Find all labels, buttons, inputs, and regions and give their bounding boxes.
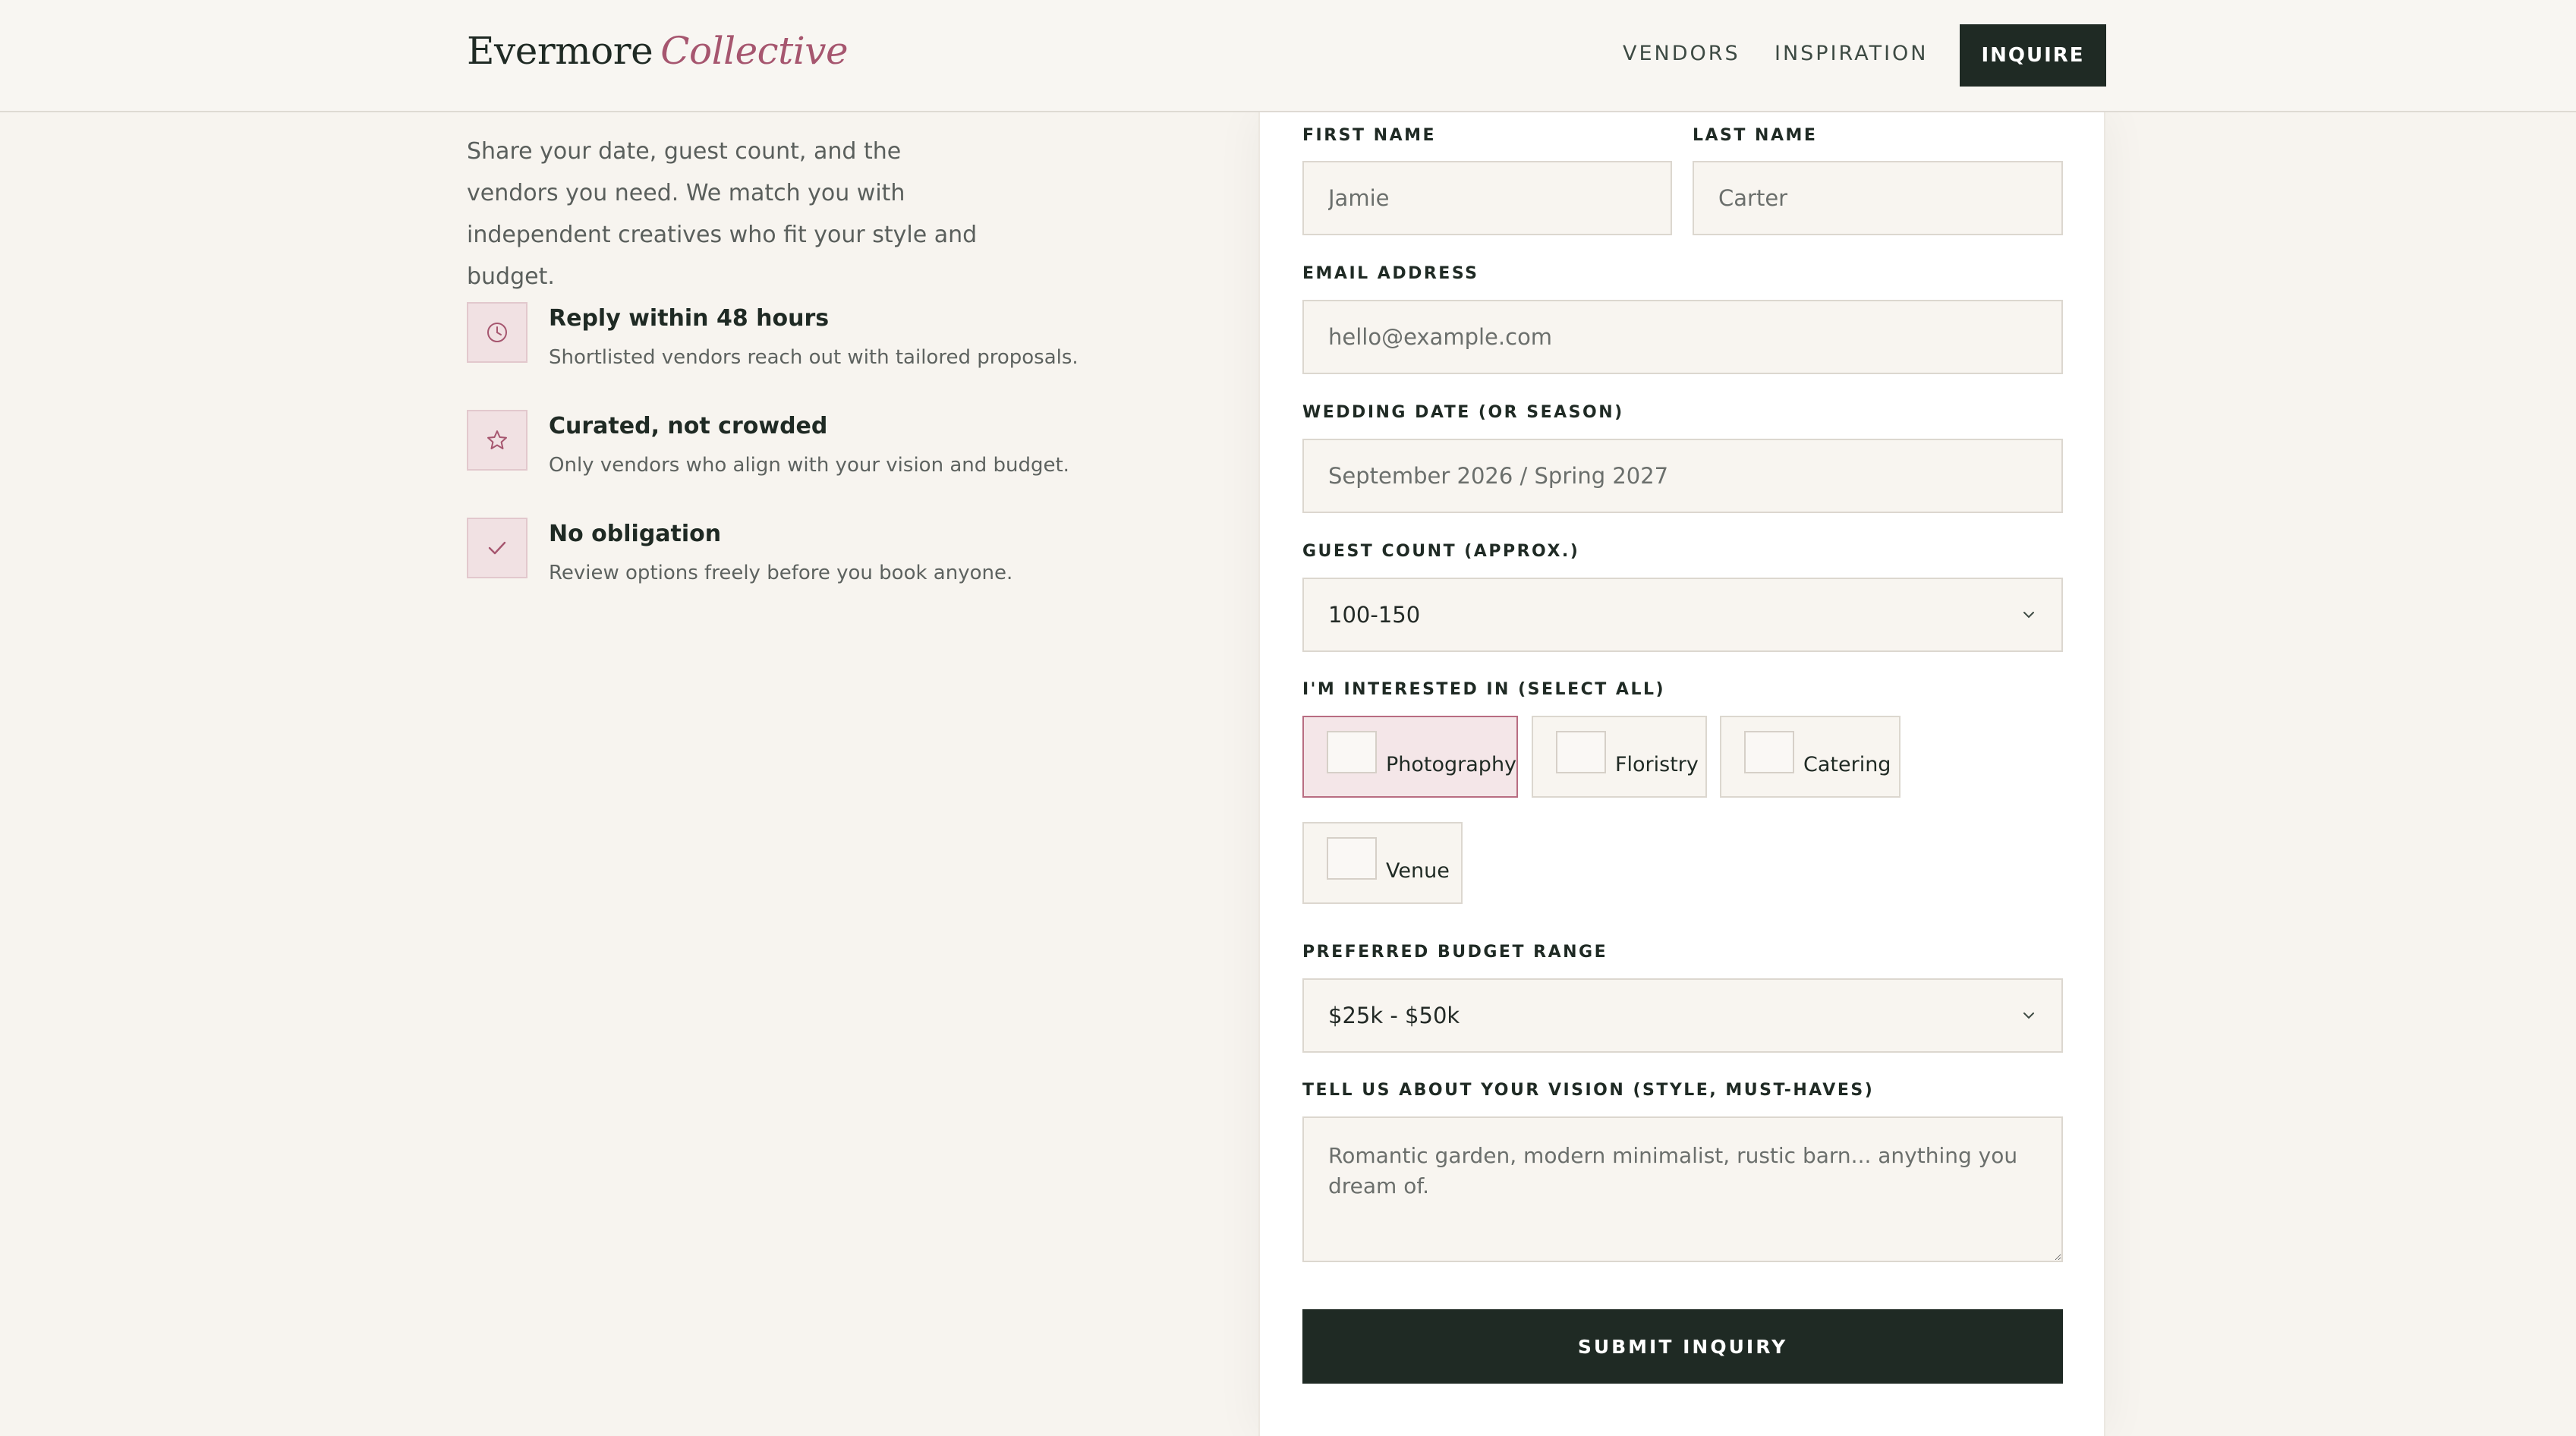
nav-inspiration-link[interactable]: INSPIRATION [1775, 42, 1929, 65]
site-header: Evermore Collective VENDORS INSPIRATION I… [0, 0, 2576, 112]
interest-option-photography[interactable]: Photography [1302, 716, 1518, 798]
feature-title: No obligation [549, 521, 722, 547]
interest-option-venue[interactable]: Venue [1302, 822, 1463, 904]
interests-label: I'M INTERESTED IN (SELECT ALL) [1302, 680, 1666, 699]
nav-vendors-link[interactable]: VENDORS [1623, 42, 1740, 65]
interest-option-floristry[interactable]: Floristry [1532, 716, 1707, 798]
interest-option-label: Photography [1386, 753, 1517, 776]
submit-inquiry-button[interactable]: SUBMIT INQUIRY [1302, 1309, 2063, 1384]
interest-option-label: Catering [1803, 753, 1891, 776]
interest-option-catering[interactable]: Catering [1720, 716, 1901, 798]
guest-count-select[interactable]: 100-150 [1302, 578, 2063, 652]
checkbox[interactable] [1744, 731, 1794, 773]
budget-select[interactable]: $25k - $50k [1302, 978, 2063, 1053]
vision-textarea[interactable] [1302, 1116, 2063, 1262]
star-icon [467, 410, 527, 471]
interest-option-label: Floristry [1615, 753, 1699, 776]
email-field[interactable] [1302, 300, 2063, 374]
feature-description: Review options freely before you book an… [549, 562, 1013, 584]
wedding-date-field[interactable] [1302, 439, 2063, 513]
guest-count-label: GUEST COUNT (APPROX.) [1302, 542, 1580, 561]
brand-logo[interactable]: Evermore Collective [467, 29, 849, 73]
vision-label: TELL US ABOUT YOUR VISION (STYLE, MUST-H… [1302, 1081, 1875, 1100]
intro-text: Share your date, guest count, and the ve… [467, 138, 978, 290]
email-label: EMAIL ADDRESS [1302, 264, 1479, 283]
clock-icon [467, 302, 527, 363]
last-name-label: LAST NAME [1693, 126, 1818, 145]
checkbox[interactable] [1327, 837, 1377, 880]
chevron-down-icon [2023, 612, 2034, 619]
first-name-field[interactable] [1302, 161, 1672, 235]
budget-label: PREFERRED BUDGET RANGE [1302, 943, 1608, 962]
interest-option-label: Venue [1386, 859, 1450, 883]
feature-title: Curated, not crowded [549, 413, 828, 439]
brand-accent: Collective [660, 29, 849, 73]
last-name-field[interactable] [1693, 161, 2063, 235]
wedding-date-label: WEDDING DATE (OR SEASON) [1302, 403, 1624, 422]
brand-name: Evermore [467, 29, 653, 73]
first-name-label: FIRST NAME [1302, 126, 1437, 145]
inquire-button[interactable]: INQUIRE [1960, 24, 2106, 87]
checkbox[interactable] [1556, 731, 1606, 773]
check-icon [467, 518, 527, 578]
checkbox[interactable] [1327, 731, 1377, 773]
chevron-down-icon [2023, 1012, 2034, 1019]
budget-value: $25k - $50k [1328, 1003, 1460, 1028]
guest-count-value: 100-150 [1328, 602, 1421, 628]
feature-description: Shortlisted vendors reach out with tailo… [549, 346, 1079, 369]
feature-description: Only vendors who align with your vision … [549, 454, 1069, 477]
feature-title: Reply within 48 hours [549, 305, 830, 332]
